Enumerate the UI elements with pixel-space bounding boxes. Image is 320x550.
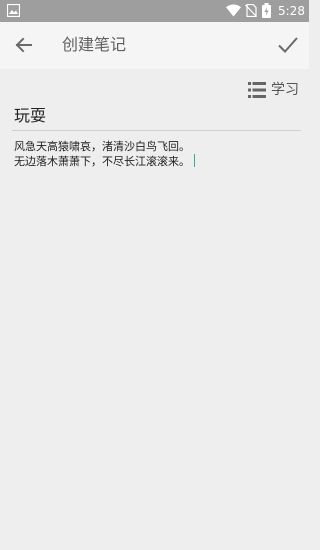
- note-body-line: 风急天高猿啸哀，渚清沙白鸟飞回。: [14, 140, 190, 153]
- title-divider: [12, 130, 301, 131]
- status-time: 5:28: [278, 4, 305, 18]
- note-body-line: 无边落木萧萧下，不尽长江滚滚来。: [14, 154, 299, 169]
- gallery-icon: [7, 4, 20, 17]
- text-cursor: [194, 154, 195, 167]
- note-body-line-text: 无边落木萧萧下，不尽长江滚滚来。: [14, 155, 190, 168]
- no-sim-icon: [245, 4, 257, 17]
- note-editor: 学习 玩耍 风急天高猿啸哀，渚清沙白鸟飞回。 无边落木萧萧下，不尽长江滚滚来。: [0, 69, 309, 550]
- wifi-icon: [226, 4, 241, 17]
- check-icon[interactable]: [275, 32, 301, 58]
- status-bar: 5:28: [0, 0, 309, 22]
- battery-charging-icon: [262, 3, 271, 18]
- page-title: 创建笔记: [62, 35, 127, 54]
- category-label: 学习: [271, 82, 299, 98]
- note-title-field[interactable]: 玩耍: [14, 105, 299, 127]
- list-icon: [248, 82, 266, 98]
- arrow-back-icon[interactable]: [12, 33, 36, 57]
- app-bar: 创建笔记: [0, 22, 309, 69]
- note-body-field[interactable]: 风急天高猿啸哀，渚清沙白鸟飞回。 无边落木萧萧下，不尽长江滚滚来。: [14, 139, 299, 169]
